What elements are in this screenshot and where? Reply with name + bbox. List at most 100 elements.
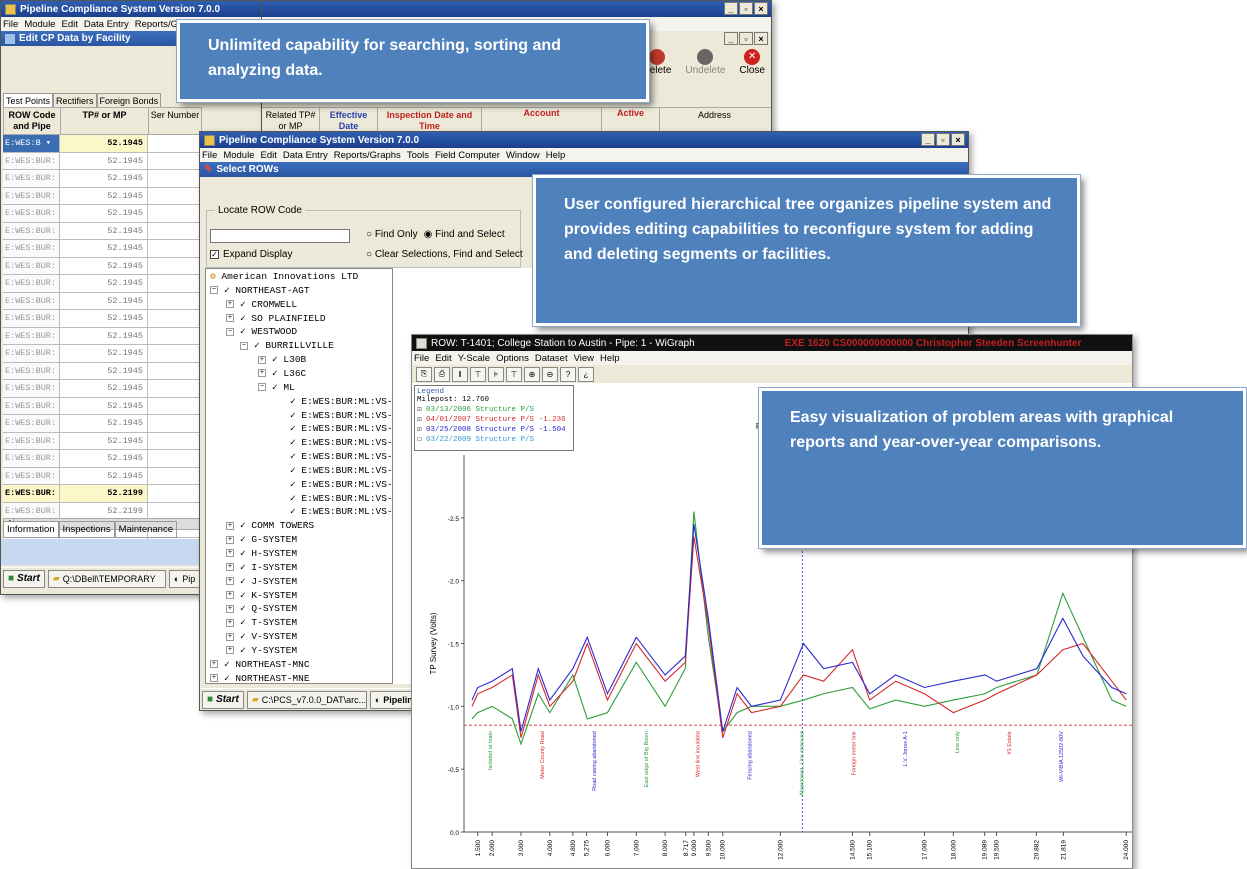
tree-node[interactable]: ✓ E:WES:BUR:ML:VS-01; [290,396,392,407]
radio-find-select[interactable]: ◉ Find and Select [424,229,505,240]
w2-menu-edit[interactable]: Edit [260,150,276,161]
table-row[interactable]: E:WES:BUR: 52.1945 [3,362,203,380]
start-button-2[interactable]: ■ Start [202,690,244,709]
ser-cell[interactable] [148,310,200,327]
radio-find-only[interactable]: ○ Find Only [366,229,418,240]
step-forward-icon[interactable]: ⊤ [506,366,522,382]
close-window-button[interactable]: × [754,2,768,15]
collapse-icon[interactable]: − [210,286,218,295]
expand-icon[interactable]: + [226,604,234,613]
wg-menu-dataset[interactable]: Dataset [535,353,568,364]
row-code-cell[interactable]: E:WES:BUR: [3,187,60,204]
table-row[interactable]: E:WES:BUR: 52.1945 [3,380,203,398]
tree-node[interactable]: ✓ E:WES:BUR:ML:VS-04; [290,437,392,448]
row-code-cell[interactable]: E:WES:BUR: [3,432,60,449]
tree-node[interactable]: − ✓ ML [258,382,295,393]
collapse-icon[interactable]: − [226,327,234,336]
tree-node[interactable]: + ✓ V-SYSTEM [226,631,297,642]
row-code-cell[interactable]: E:WES:BUR: [3,467,60,484]
expand-icon[interactable]: + [226,646,234,655]
tree-node[interactable]: ⚙ American Innovations LTD [210,271,358,282]
maximize-button[interactable]: ▫ [739,2,753,15]
collapse-icon[interactable]: − [240,341,248,350]
row-code-cell[interactable]: E:WES:BUR: [3,152,60,169]
w2-menu-window[interactable]: Window [506,150,540,161]
milepost-cell[interactable]: 52.1945 [60,240,148,257]
tree-node[interactable]: + ✓ Y-SYSTEM [226,645,297,656]
zoom-in-icon[interactable]: ⊕ [524,366,540,382]
milepost-cell[interactable]: 52.1945 [60,397,148,414]
tree-node[interactable]: ✓ E:WES:BUR:ML:VS-07; [290,479,392,490]
table-row[interactable]: E:WES:BUR: 52.1945 [3,292,203,310]
expand-icon[interactable]: + [210,674,218,683]
radio-clear[interactable]: ○ Clear Selections, Find and Select [366,249,523,260]
expand-icon[interactable]: + [226,577,234,586]
tree-node[interactable]: + ✓ NORTHEAST-MNC [210,659,310,670]
w2-close-button[interactable]: × [951,133,965,146]
row-code-cell[interactable]: E:WES:BUR: [3,222,60,239]
col-tp[interactable]: TP# or MP [61,108,149,134]
milepost-cell[interactable]: 52.2199 [60,502,148,519]
ser-cell[interactable] [148,205,200,222]
tree-node[interactable]: ✓ E:WES:BUR:ML:VS-06; [290,465,392,476]
table-row[interactable]: E:WES:BUR: 52.1945 [3,257,203,275]
table-row[interactable]: E:WES:BUR: 52.1945 [3,240,203,258]
milepost-cell[interactable]: 52.1945 [60,362,148,379]
row-code-cell[interactable]: E:WES:BUR: [3,205,60,222]
milepost-cell[interactable]: 52.1945 [60,275,148,292]
tree-node[interactable]: ✓ E:WES:BUR:ML:VS-02; [290,410,392,421]
ser-cell[interactable] [148,485,200,502]
row-code-cell[interactable]: E:WES:BUR: [3,380,60,397]
w2-menu-file[interactable]: File [202,150,217,161]
milepost-cell[interactable]: 52.1945 [60,432,148,449]
tab-rectifiers[interactable]: Rectifiers [53,93,97,108]
expand-icon[interactable]: + [226,563,234,572]
ser-cell[interactable] [148,152,200,169]
expand-display-checkbox[interactable]: ✓ Expand Display [210,249,292,260]
expand-icon[interactable]: + [226,535,234,544]
expand-icon[interactable]: + [226,632,234,641]
tree-node[interactable]: + ✓ NORTHEAST-MNE [210,673,310,683]
milepost-cell[interactable]: 52.1945 [60,170,148,187]
row-code-cell[interactable]: E:WES:BUR: [3,485,60,502]
row-code-cell[interactable]: E:WES:BUR: [3,327,60,344]
tree-node[interactable]: + ✓ L36C [258,368,306,379]
sub-maximize-button[interactable]: ▫ [739,32,753,45]
ser-cell[interactable] [148,327,200,344]
expand-icon[interactable]: + [258,369,266,378]
tree-node[interactable]: ✓ E:WES:BUR:ML:VS-10; [290,506,392,517]
milepost-cell[interactable]: 52.1945 [60,257,148,274]
tree-node[interactable]: + ✓ K-SYSTEM [226,590,297,601]
tree-node[interactable]: − ✓ WESTWOOD [226,326,297,337]
step-back-icon[interactable]: ⊤ [470,366,486,382]
row-code-cell[interactable]: E:WES:BUR: [3,240,60,257]
sub-minimize-button[interactable]: _ [724,32,738,45]
row-code-cell[interactable]: E:WES:BUR: [3,397,60,414]
table-row[interactable]: E:WES:B ▾ 52.1945 [3,135,203,153]
copy-icon[interactable]: ⎘ [416,366,432,382]
row-code-cell[interactable]: E:WES:BUR: [3,310,60,327]
row-code-cell[interactable]: E:WES:B ▾ [3,135,60,152]
pause-icon[interactable]: ‖ [452,366,468,382]
table-row[interactable]: E:WES:BUR: 52.1945 [3,450,203,468]
w2-menu-reports[interactable]: Reports/Graphs [334,150,401,161]
print-icon[interactable]: ⎙ [434,366,450,382]
ser-cell[interactable] [148,432,200,449]
legend-entry[interactable]: ☐ 03/22/2009 Structure P/S [417,434,571,444]
menu-edit[interactable]: Edit [61,19,77,30]
tree-node[interactable]: + ✓ H-SYSTEM [226,548,297,559]
expand-icon[interactable]: + [226,521,234,530]
legend-entry[interactable]: ☑ 04/01/2007 Structure P/S -1.236 [417,414,571,424]
wg-menu-edit[interactable]: Edit [435,353,451,364]
tree-node[interactable]: − ✓ NORTHEAST-AGT [210,285,310,296]
expand-icon[interactable]: + [258,355,266,364]
ser-cell[interactable] [148,415,200,432]
tree-node[interactable]: + ✓ COMM TOWERS [226,520,314,531]
milepost-cell[interactable]: 52.1945 [60,380,148,397]
ser-cell[interactable] [148,187,200,204]
undelete-button[interactable]: Undelete [685,49,725,76]
table-row[interactable]: E:WES:BUR: 52.1945 [3,310,203,328]
ser-cell[interactable] [148,345,200,362]
table-row[interactable]: E:WES:BUR: 52.1945 [3,275,203,293]
milepost-cell[interactable]: 52.1945 [60,205,148,222]
